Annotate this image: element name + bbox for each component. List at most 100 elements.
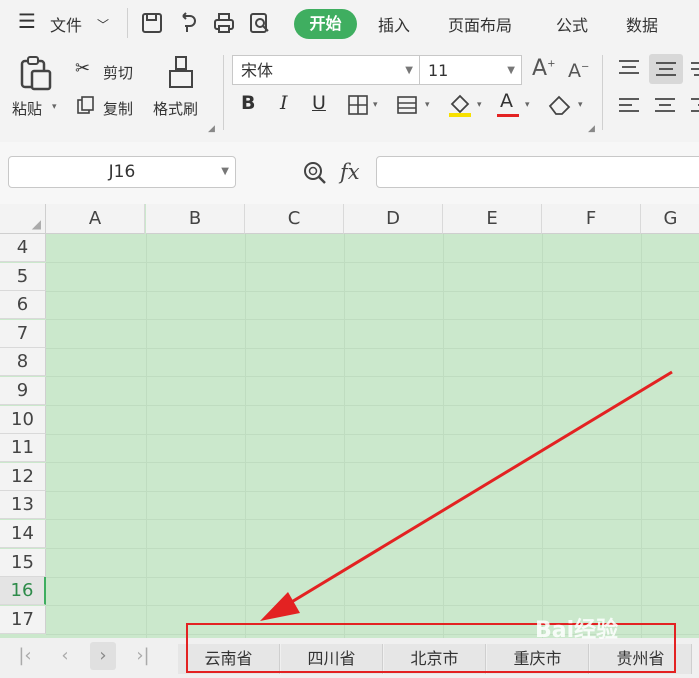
font-color-bar <box>497 114 519 117</box>
name-box[interactable]: J16 ▼ <box>8 156 236 188</box>
paste-dropdown-icon[interactable]: ▾ <box>52 102 57 112</box>
borders-icon[interactable] <box>347 94 369 116</box>
underline-button[interactable]: U <box>312 92 326 114</box>
ribbon: ☰ 文件 ﹀ 开始 插入 页面布局 公式 数据 粘贴 ▾ ✂ 剪切 复制 格式刷… <box>0 0 699 142</box>
fx-icon[interactable]: fx <box>340 160 360 184</box>
launcher-icon[interactable]: ◢ <box>208 124 215 134</box>
copy-icon <box>77 96 94 114</box>
menu-icon[interactable]: ☰ <box>18 9 36 33</box>
chevron-down-icon[interactable]: ▾ <box>525 100 530 110</box>
chevron-down-icon[interactable]: ▾ <box>578 100 583 110</box>
next-sheet-icon[interactable]: › <box>90 642 116 670</box>
divider <box>223 55 224 130</box>
align-top-icon[interactable] <box>617 58 641 78</box>
tab-insert[interactable]: 插入 <box>378 12 410 36</box>
align-right-icon[interactable] <box>689 96 699 116</box>
bold-button[interactable]: B <box>241 92 255 114</box>
font-name-select[interactable]: 宋体 ▼ <box>232 55 420 85</box>
grid-line <box>46 548 699 549</box>
paste-button[interactable]: 粘贴 <box>12 98 42 119</box>
copy-button[interactable]: 复制 <box>103 98 133 119</box>
fill-color-icon[interactable] <box>447 92 473 118</box>
launcher-icon[interactable]: ◢ <box>588 124 595 134</box>
watermark-logo: Bai经验 <box>535 618 619 643</box>
row-header[interactable]: 9 <box>0 377 46 405</box>
sheet-tab[interactable]: 四川省 <box>281 644 383 674</box>
align-middle-button[interactable] <box>649 54 683 84</box>
grid-line <box>46 376 699 378</box>
grid-line <box>46 433 699 435</box>
zoom-search-icon[interactable] <box>302 160 328 186</box>
tab-formulas[interactable]: 公式 <box>556 12 588 36</box>
font-size-select[interactable]: 11 ▼ <box>419 55 522 85</box>
sheet-tab[interactable]: 北京市 <box>384 644 486 674</box>
save-icon[interactable] <box>141 12 163 34</box>
grid-line <box>46 290 699 292</box>
print-icon[interactable] <box>213 12 235 34</box>
sheet-tab[interactable]: 贵州省 <box>590 644 692 674</box>
row-header[interactable]: 15 <box>0 548 46 577</box>
row-header[interactable]: 5 <box>0 262 46 291</box>
row-header[interactable]: 16 <box>0 577 46 606</box>
column-header[interactable]: C <box>245 204 344 234</box>
column-header[interactable]: D <box>344 204 443 234</box>
chevron-down-icon: ▼ <box>221 166 229 177</box>
last-sheet-icon[interactable]: ›| <box>130 642 156 670</box>
font-color-button[interactable]: A <box>500 90 513 112</box>
paste-icon[interactable] <box>18 55 54 91</box>
grid-line <box>46 605 699 607</box>
column-header[interactable]: F <box>542 204 641 234</box>
tab-page-layout[interactable]: 页面布局 <box>448 12 512 36</box>
chevron-down-icon[interactable]: ﹀ <box>97 16 109 33</box>
row-header[interactable]: 14 <box>0 520 46 548</box>
chevron-down-icon[interactable]: ▾ <box>477 100 482 110</box>
first-sheet-icon[interactable]: |‹ <box>12 642 38 670</box>
print-preview-icon[interactable] <box>249 12 271 34</box>
row-header[interactable]: 4 <box>0 234 46 262</box>
row-header[interactable]: 13 <box>0 491 46 520</box>
column-header[interactable]: B <box>146 204 245 234</box>
format-painter-button[interactable]: 格式刷 <box>153 98 198 119</box>
align-center-icon[interactable] <box>653 96 677 116</box>
cut-button[interactable]: 剪切 <box>103 62 133 83</box>
format-painter-icon[interactable] <box>166 55 196 89</box>
file-menu[interactable]: 文件 <box>50 12 82 36</box>
divider <box>127 8 128 38</box>
increase-font-icon[interactable]: A+ <box>532 56 555 81</box>
column-header[interactable]: G <box>641 204 699 234</box>
row-header[interactable]: 11 <box>0 434 46 463</box>
worksheet-grid[interactable]: ◢ ABCDEFG 4 5 6 7 8 9 10 11 12 13 14 15 16 17 <box>0 204 699 638</box>
sheet-tab-bar: |‹ ‹ › ›| 云南省 四川省 北京市 重庆市 贵州省 <box>0 638 699 678</box>
chevron-down-icon[interactable]: ▾ <box>373 100 378 110</box>
row-header[interactable]: 6 <box>0 291 46 320</box>
column-header[interactable]: E <box>443 204 542 234</box>
tab-home[interactable]: 开始 <box>294 9 357 39</box>
chevron-down-icon[interactable]: ▾ <box>425 100 430 110</box>
grid-line <box>46 576 699 578</box>
align-bottom-icon[interactable] <box>689 58 699 78</box>
column-header[interactable]: A <box>46 204 145 234</box>
prev-sheet-icon[interactable]: ‹ <box>52 642 78 670</box>
sheet-tab[interactable]: 云南省 <box>178 644 280 674</box>
align-left-icon[interactable] <box>617 96 641 116</box>
decrease-font-icon[interactable]: A− <box>568 60 589 82</box>
cell-style-icon[interactable] <box>396 94 420 116</box>
italic-button[interactable]: I <box>280 92 288 114</box>
eraser-icon[interactable] <box>547 94 573 116</box>
scissors-icon: ✂ <box>75 58 91 79</box>
select-all-corner[interactable]: ◢ <box>0 204 46 234</box>
divider <box>602 55 603 130</box>
row-header[interactable]: 7 <box>0 319 46 348</box>
row-header[interactable]: 17 <box>0 605 46 634</box>
row-header[interactable]: 10 <box>0 405 46 434</box>
row-header[interactable]: 8 <box>0 348 46 377</box>
font-name-value: 宋体 <box>241 61 274 80</box>
row-header[interactable]: 12 <box>0 462 46 491</box>
grid-line <box>46 519 699 521</box>
sheet-tab[interactable]: 重庆市 <box>487 644 589 674</box>
grid-line <box>46 462 699 464</box>
tab-data[interactable]: 数据 <box>626 12 658 36</box>
undo-icon[interactable] <box>177 12 199 34</box>
formula-input[interactable] <box>376 156 699 188</box>
cell-reference: J16 <box>108 162 136 182</box>
